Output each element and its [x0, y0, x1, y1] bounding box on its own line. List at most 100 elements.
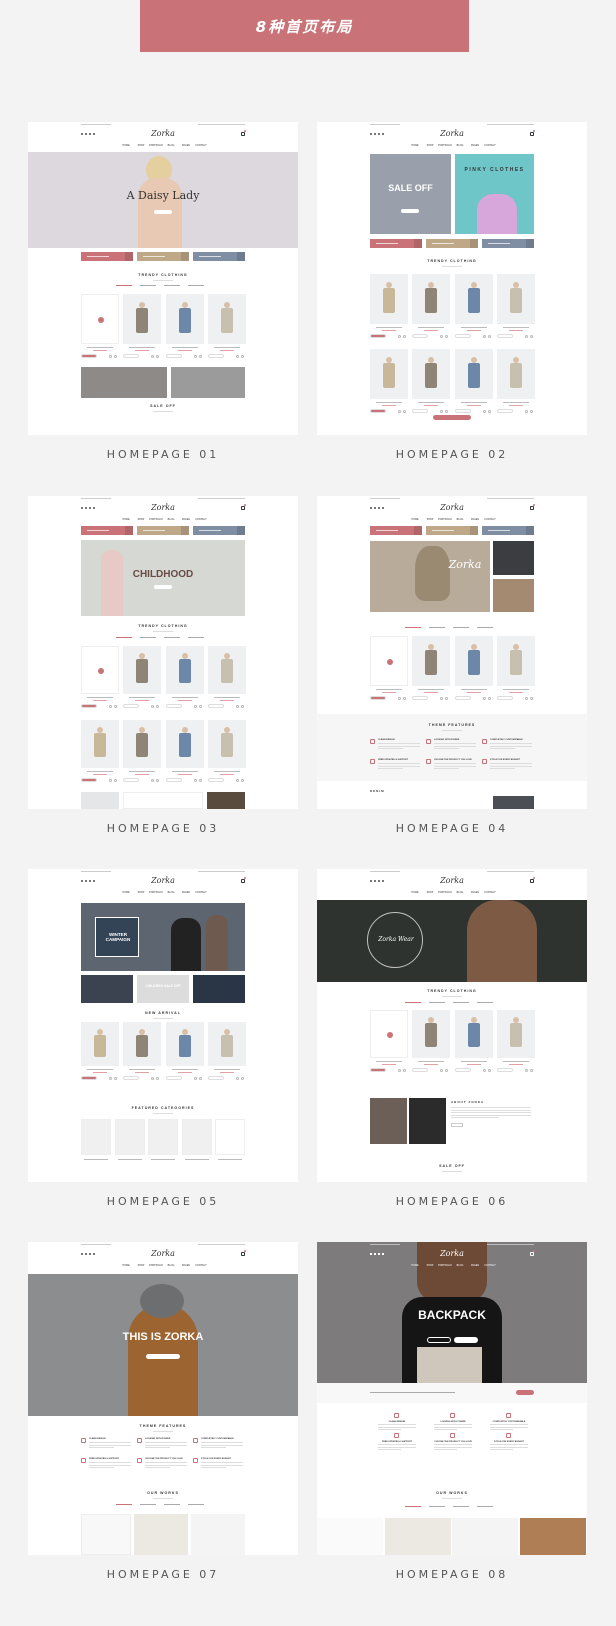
add-to-cart-button[interactable]: [123, 1076, 140, 1080]
filter-tab[interactable]: [405, 627, 421, 628]
add-to-cart-button[interactable]: [370, 334, 386, 338]
homepage-preview-6[interactable]: Zorka HOME SHOP PORTFOLIO BLOG PAGES CONTACT Zo…: [317, 869, 587, 1182]
add-to-cart-button[interactable]: [412, 1068, 429, 1072]
add-to-cart-button[interactable]: [454, 334, 471, 338]
filter-tab[interactable]: [140, 1504, 156, 1505]
homepage-preview-3[interactable]: Zorka HOME SHOP PORTFOLIO BLOG PAGES CONTACT CH…: [28, 496, 298, 809]
nav-item-home[interactable]: HOME: [118, 891, 134, 894]
filter-tab[interactable]: [405, 1002, 421, 1003]
nav-item-pages[interactable]: PAGES: [178, 518, 194, 521]
nav-item-portfolio[interactable]: PORTFOLIO: [437, 518, 453, 521]
add-to-cart-button[interactable]: [165, 704, 182, 708]
nav-item-blog[interactable]: BLOG: [163, 891, 179, 894]
nav-item-contact[interactable]: CONTACT: [193, 1264, 209, 1267]
filter-tab[interactable]: [188, 285, 204, 286]
nav-item-home[interactable]: HOME: [118, 518, 134, 521]
nav-item-shop[interactable]: SHOP: [422, 891, 438, 894]
read-more-button[interactable]: [451, 1123, 463, 1127]
nav-item-portfolio[interactable]: PORTFOLIO: [148, 891, 164, 894]
nav-item-shop[interactable]: SHOP: [422, 518, 438, 521]
filter-tab[interactable]: [477, 1506, 493, 1507]
add-to-cart-button[interactable]: [496, 334, 513, 338]
filter-tab[interactable]: [405, 1506, 421, 1507]
nav-item-blog[interactable]: BLOG: [163, 144, 179, 147]
nav-item-shop[interactable]: SHOP: [133, 1264, 149, 1267]
promo-sale[interactable]: [193, 526, 245, 535]
nav-item-portfolio[interactable]: PORTFOLIO: [437, 144, 453, 147]
add-to-cart-button[interactable]: [454, 696, 471, 700]
nav-item-home[interactable]: HOME: [407, 518, 423, 521]
nav-item-blog[interactable]: BLOG: [452, 518, 468, 521]
nav-item-portfolio[interactable]: PORTFOLIO: [437, 891, 453, 894]
filter-tab[interactable]: [188, 1504, 204, 1505]
add-to-cart-button[interactable]: [412, 696, 429, 700]
nav-item-home[interactable]: HOME: [407, 891, 423, 894]
nav-item-blog[interactable]: BLOG: [452, 891, 468, 894]
homepage-preview-4[interactable]: Zorka HOME SHOP PORTFOLIO BLOG PAGES CONTACT Zo…: [317, 496, 587, 809]
homepage-preview-7[interactable]: Zorka HOME SHOP PORTFOLIO BLOG PAGES CONTACT TH…: [28, 1242, 298, 1555]
promo-support[interactable]: [137, 526, 189, 535]
contact-button[interactable]: [146, 1354, 180, 1359]
add-to-cart-button[interactable]: [412, 409, 429, 413]
filter-tab[interactable]: [188, 637, 204, 638]
promo-sale[interactable]: [482, 526, 534, 535]
load-more-button[interactable]: [433, 415, 471, 420]
filter-tab[interactable]: [429, 1002, 445, 1003]
nav-item-blog[interactable]: BLOG: [163, 518, 179, 521]
add-to-cart-button[interactable]: [496, 1068, 513, 1072]
nav-item-pages[interactable]: PAGES: [467, 891, 483, 894]
filter-tab[interactable]: [116, 637, 132, 638]
nav-item-portfolio[interactable]: PORTFOLIO: [148, 518, 164, 521]
promo-support[interactable]: [426, 526, 478, 535]
nav-item-home[interactable]: HOME: [407, 144, 423, 147]
promo-free-shipping[interactable]: [81, 526, 133, 535]
nav-item-pages[interactable]: PAGES: [178, 144, 194, 147]
nav-item-contact[interactable]: CONTACT: [482, 518, 498, 521]
nav-item-shop[interactable]: SHOP: [133, 518, 149, 521]
add-to-cart-button[interactable]: [496, 696, 513, 700]
nav-item-portfolio[interactable]: PORTFOLIO: [148, 144, 164, 147]
add-to-cart-button[interactable]: [412, 334, 429, 338]
promo-sale[interactable]: [482, 239, 534, 248]
nav-item-contact[interactable]: CONTACT: [193, 891, 209, 894]
add-to-cart-button[interactable]: [370, 696, 386, 700]
filter-tab[interactable]: [164, 285, 180, 286]
filter-tab[interactable]: [453, 627, 469, 628]
nav-item-home[interactable]: HOME: [407, 1264, 423, 1267]
nav-item-shop[interactable]: SHOP: [133, 144, 149, 147]
nav-item-portfolio[interactable]: PORTFOLIO: [437, 1264, 453, 1267]
filter-tab[interactable]: [164, 1504, 180, 1505]
add-to-cart-button[interactable]: [165, 778, 182, 782]
nav-item-contact[interactable]: CONTACT: [193, 144, 209, 147]
nav-item-contact[interactable]: CONTACT: [193, 518, 209, 521]
nav-item-blog[interactable]: BLOG: [452, 1264, 468, 1267]
add-to-cart-button[interactable]: [207, 778, 224, 782]
filter-tab[interactable]: [477, 627, 493, 628]
add-to-cart-button[interactable]: [123, 354, 140, 358]
add-to-cart-button[interactable]: [207, 704, 224, 708]
add-to-cart-button[interactable]: [123, 778, 140, 782]
promo-support[interactable]: [426, 239, 478, 248]
nav-item-shop[interactable]: SHOP: [422, 1264, 438, 1267]
add-to-cart-button[interactable]: [370, 1068, 386, 1072]
nav-item-contact[interactable]: CONTACT: [482, 891, 498, 894]
add-to-cart-button[interactable]: [207, 354, 224, 358]
nav-item-pages[interactable]: PAGES: [178, 891, 194, 894]
add-to-cart-button[interactable]: [454, 409, 471, 413]
nav-item-pages[interactable]: PAGES: [467, 1264, 483, 1267]
nav-item-pages[interactable]: PAGES: [467, 144, 483, 147]
add-to-cart-button[interactable]: [81, 354, 97, 358]
add-to-cart-button[interactable]: [81, 1076, 97, 1080]
add-to-cart-button[interactable]: [207, 1076, 224, 1080]
nav-item-contact[interactable]: CONTACT: [482, 144, 498, 147]
nav-item-portfolio[interactable]: PORTFOLIO: [148, 1264, 164, 1267]
filter-tab[interactable]: [477, 1002, 493, 1003]
learn-more-button[interactable]: [427, 1337, 451, 1343]
promo-free-shipping[interactable]: [81, 252, 133, 261]
shop-now-button[interactable]: [154, 210, 172, 214]
filter-tab[interactable]: [116, 285, 132, 286]
filter-tab[interactable]: [140, 285, 156, 286]
homepage-preview-2[interactable]: Zorka HOME SHOP PORTFOLIO BLOG PAGES CONTACT SA…: [317, 122, 587, 435]
nav-item-blog[interactable]: BLOG: [163, 1264, 179, 1267]
filter-tab[interactable]: [429, 627, 445, 628]
